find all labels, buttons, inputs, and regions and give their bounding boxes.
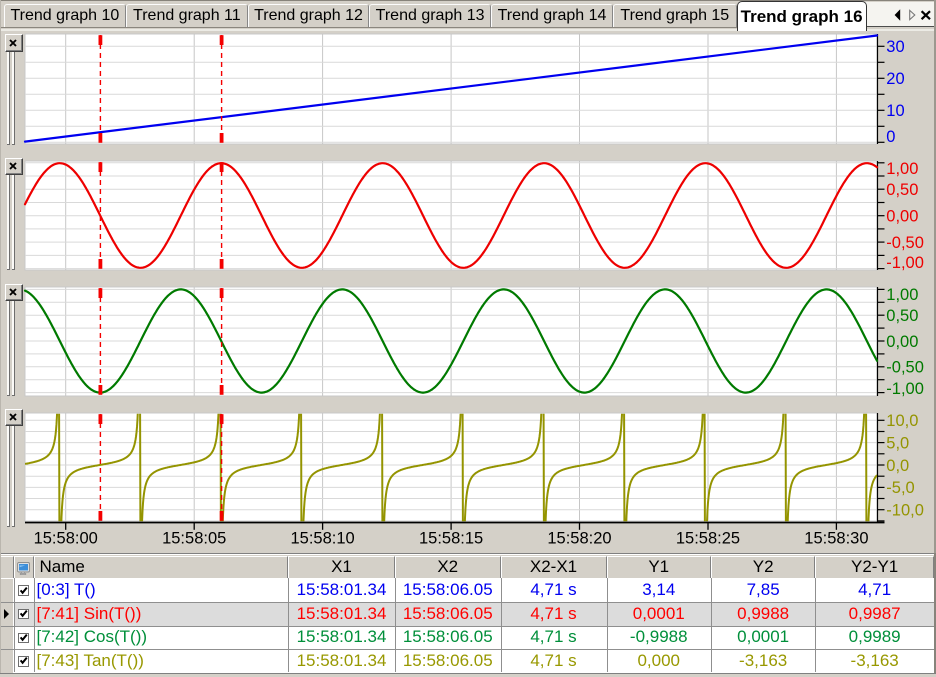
svg-text:0,00: 0,00 (886, 333, 918, 351)
svg-text:15:58:15: 15:58:15 (419, 530, 483, 548)
svg-text:-0,50: -0,50 (886, 359, 924, 377)
svg-text:1,00: 1,00 (886, 286, 918, 304)
svg-text:5,0: 5,0 (886, 435, 909, 453)
svg-text:0,00: 0,00 (886, 208, 918, 226)
svg-text:15:58:00: 15:58:00 (34, 530, 98, 548)
svg-text:0,0: 0,0 (886, 457, 909, 475)
svg-text:0: 0 (886, 128, 895, 146)
svg-text:-0,50: -0,50 (886, 234, 924, 252)
svg-text:1,00: 1,00 (886, 160, 918, 178)
svg-text:20: 20 (886, 70, 904, 88)
svg-text:-1,00: -1,00 (886, 380, 924, 398)
svg-text:-1,00: -1,00 (886, 254, 924, 272)
svg-text:0,50: 0,50 (886, 181, 918, 199)
svg-text:0,50: 0,50 (886, 307, 918, 325)
svg-text:-10,0: -10,0 (886, 502, 924, 520)
svg-text:15:58:30: 15:58:30 (804, 530, 868, 548)
svg-text:15:58:20: 15:58:20 (547, 530, 611, 548)
svg-text:10,0: 10,0 (886, 412, 918, 430)
svg-text:10: 10 (886, 102, 904, 120)
svg-text:15:58:05: 15:58:05 (162, 530, 226, 548)
svg-text:15:58:25: 15:58:25 (676, 530, 740, 548)
svg-text:30: 30 (886, 38, 904, 56)
svg-text:-5,0: -5,0 (886, 479, 914, 497)
svg-text:15:58:10: 15:58:10 (290, 530, 354, 548)
